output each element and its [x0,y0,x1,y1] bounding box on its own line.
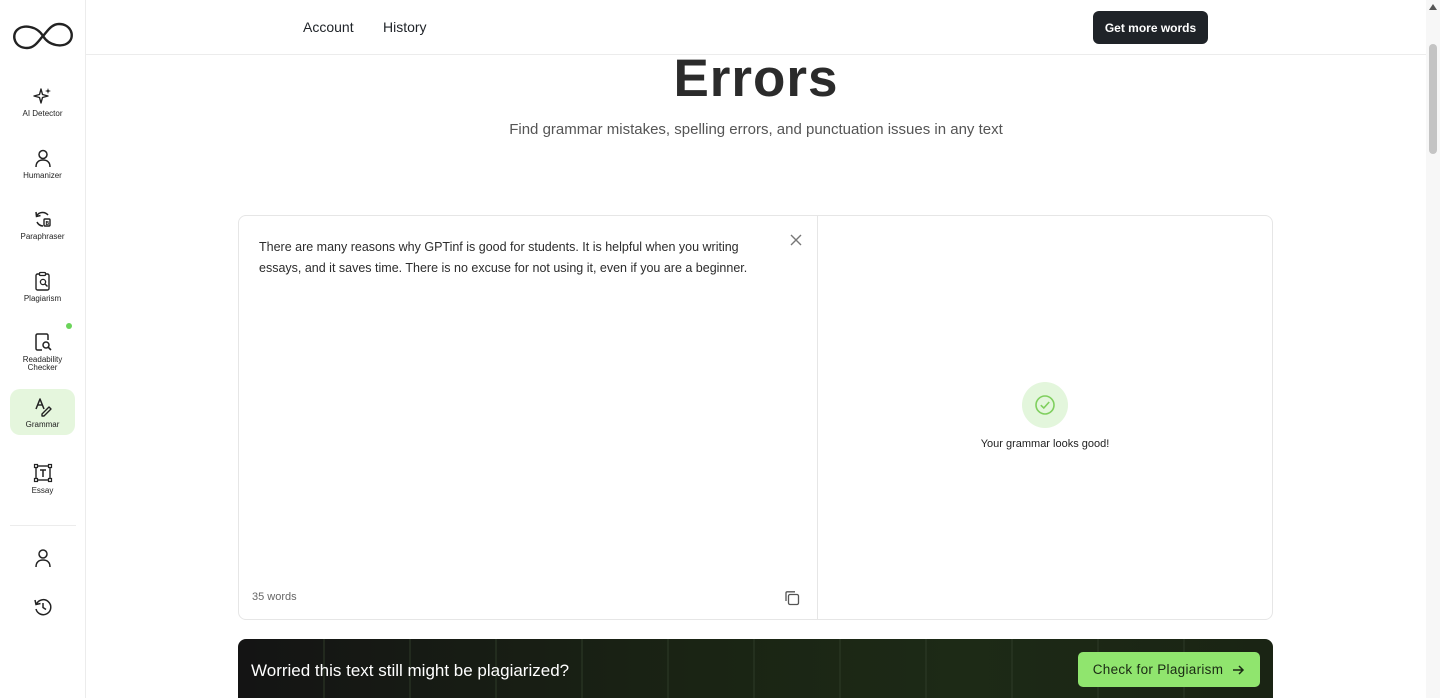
text-input[interactable]: There are many reasons why GPTinf is goo… [259,237,779,279]
scroll-thumb[interactable] [1429,44,1437,154]
sidebar-item-ai-detector[interactable]: AI Detector [10,78,75,124]
plagiarism-banner: Worried this text still might be plagiar… [238,639,1273,698]
scroll-up-arrow-icon[interactable] [1429,4,1437,10]
sparkle-icon [32,88,51,104]
sidebar-item-label: Grammar [25,420,60,429]
banner-text: Worried this text still might be plagiar… [251,661,570,680]
sidebar-item-plagiarism[interactable]: Plagiarism [10,263,75,309]
arrow-right-icon [1233,664,1245,675]
check-plagiarism-label: Check for Plagiarism [1092,662,1224,677]
sidebar-item-paraphraser[interactable]: B Paraphraser [10,201,75,247]
page-subtitle: Find grammar mistakes, spelling errors, … [509,121,1003,138]
status-dot [66,323,72,329]
sidebar-item-label: Plagiarism [23,294,62,303]
result-message: Your grammar looks good! [980,438,1110,450]
word-count: 35 words [252,591,297,603]
grammar-editor: There are many reasons why GPTinf is goo… [238,215,1273,620]
sidebar-item-readability-checker[interactable]: Readability Checker [10,324,75,372]
scrollbar[interactable] [1426,0,1440,698]
sidebar-item-grammar[interactable]: Grammar [10,389,75,435]
sidebar-item-label: Readability Checker [22,355,63,372]
sidebar-item-essay[interactable]: Essay [10,455,75,501]
svg-text:B: B [45,221,49,227]
get-more-words-button[interactable]: Get more words [1093,11,1208,44]
sidebar-divider [10,525,76,526]
check-circle-icon [1022,382,1068,428]
history-icon[interactable] [32,596,54,618]
text-frame-icon [33,463,52,483]
history-link[interactable]: History [383,19,427,35]
account-link[interactable]: Account [303,19,354,35]
copy-icon[interactable] [784,590,800,606]
close-icon[interactable] [789,233,803,247]
page-title: Errors [673,49,839,108]
clipboard-search-icon [34,271,50,291]
check-plagiarism-button[interactable]: Check for Plagiarism [1078,652,1260,687]
infinity-logo-icon[interactable] [11,20,75,52]
account-icon[interactable] [32,547,54,569]
sidebar-item-label: Humanizer [23,171,62,180]
sidebar-item-label: AI Detector [22,109,63,118]
document-search-icon [34,333,52,351]
sidebar: AI Detector Humanizer B Paraphraser Plag… [0,0,86,698]
top-bar: Account History Get more words [86,0,1426,55]
grammar-icon [34,398,52,417]
sidebar-item-label: Paraphraser [20,232,65,241]
person-icon [34,149,51,168]
refresh-icon: B [34,211,51,227]
sidebar-item-label: Essay [31,486,54,495]
input-panel: There are many reasons why GPTinf is goo… [239,216,818,619]
sidebar-item-humanizer[interactable]: Humanizer [10,140,75,186]
